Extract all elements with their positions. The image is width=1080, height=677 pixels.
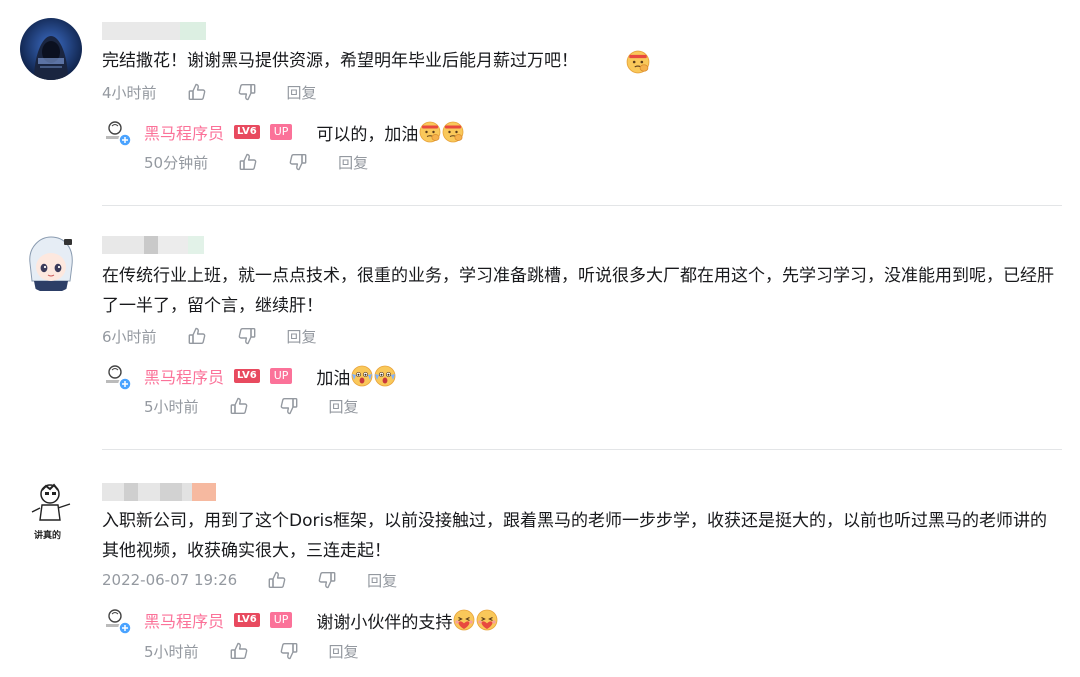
reply-button[interactable]: 回复 — [287, 326, 317, 347]
emoji-icon — [351, 365, 373, 387]
user-avatar[interactable]: 讲真的 — [20, 478, 82, 540]
like-button[interactable] — [229, 641, 249, 661]
emoji-icon — [374, 365, 396, 387]
comment-meta: 6小时前 回复 — [102, 324, 347, 348]
thumbs-down-icon — [279, 641, 299, 661]
level-badge: LV6 — [234, 125, 260, 139]
like-button[interactable] — [187, 326, 207, 346]
thumbs-down-icon — [237, 82, 257, 102]
reply-username[interactable]: 黑马程序员 — [144, 120, 224, 144]
thumbs-up-icon — [187, 82, 207, 102]
reply-time: 5小时前 — [144, 397, 199, 416]
thumbs-down-icon — [279, 396, 299, 416]
emoji-icon — [442, 121, 464, 143]
level-badge: LV6 — [234, 613, 260, 627]
comment-text: 入职新公司，用到了这个Doris框架，以前没接触过，跟着黑马的老师一步步学，收获… — [102, 511, 1048, 561]
reply-item: 黑马程序员 LV6 UP 可以的，加油 — [102, 117, 464, 147]
username-blurred[interactable] — [102, 22, 206, 40]
reply-meta: 5小时前 回复 — [144, 639, 389, 663]
like-button[interactable] — [238, 152, 258, 172]
reply-time: 5小时前 — [144, 642, 199, 661]
thumbs-up-icon — [267, 570, 287, 590]
thumbs-up-icon — [187, 326, 207, 346]
comment-divider — [102, 449, 1062, 450]
dislike-button[interactable] — [288, 152, 308, 172]
reply-button[interactable]: 回复 — [287, 82, 317, 103]
avatar-caption: 讲真的 — [34, 531, 62, 540]
comment-time: 2022-06-07 19:26 — [102, 571, 238, 589]
up-badge: UP — [269, 612, 293, 628]
anime-girl-avatar-image — [20, 231, 82, 293]
reply-button[interactable]: 回复 — [367, 570, 397, 591]
reply-meta: 5小时前 回复 — [144, 394, 389, 418]
thumbs-down-icon — [288, 152, 308, 172]
username-blurred[interactable] — [102, 236, 204, 254]
reply-avatar[interactable] — [102, 117, 132, 147]
reply-username[interactable]: 黑马程序员 — [144, 364, 224, 388]
emoji-icon — [453, 609, 475, 631]
reply-username[interactable]: 黑马程序员 — [144, 608, 224, 632]
heima-logo-avatar-image — [106, 609, 132, 635]
emoji-icon — [419, 121, 441, 143]
hooded-figure-avatar-image — [20, 18, 82, 80]
reply-time: 50分钟前 — [144, 153, 209, 172]
dislike-button[interactable] — [237, 326, 257, 346]
comment-meta: 4小时前 回复 — [102, 80, 347, 104]
heima-logo-avatar-image — [106, 121, 132, 147]
comment-divider — [102, 205, 1062, 206]
reply-button[interactable]: 回复 — [329, 396, 359, 417]
reply-meta: 50分钟前 回复 — [144, 150, 398, 174]
level-badge: LV6 — [234, 369, 260, 383]
dislike-button[interactable] — [279, 396, 299, 416]
thumbs-up-icon — [238, 152, 258, 172]
dislike-button[interactable] — [237, 82, 257, 102]
reply-text: 加油 — [316, 368, 351, 389]
thumbs-down-icon — [237, 326, 257, 346]
reply-text: 可以的，加油 — [316, 124, 419, 145]
reply-item: 黑马程序员 LV6 UP 谢谢小伙伴的支持 — [102, 605, 498, 635]
username-blurred[interactable] — [102, 483, 216, 501]
user-avatar[interactable] — [20, 231, 82, 293]
thumbs-up-icon — [229, 396, 249, 416]
reply-button[interactable]: 回复 — [329, 641, 359, 662]
up-badge: UP — [269, 368, 293, 384]
comment-text: 在传统行业上班，就一点点技术，很重的业务，学习准备跳槽，听说很多大厂都在用这个，… — [102, 266, 1054, 316]
reply-button[interactable]: 回复 — [338, 152, 368, 173]
comment-time: 4小时前 — [102, 83, 157, 102]
thumbs-up-icon — [229, 641, 249, 661]
emoji-icon — [476, 609, 498, 631]
like-button[interactable] — [229, 396, 249, 416]
reply-text: 谢谢小伙伴的支持 — [316, 612, 453, 633]
comment-meta: 2022-06-07 19:26 回复 — [102, 568, 427, 592]
comment-time: 6小时前 — [102, 327, 157, 346]
like-button[interactable] — [267, 570, 287, 590]
emoji-icon — [626, 50, 650, 74]
dislike-button[interactable] — [279, 641, 299, 661]
user-avatar[interactable] — [20, 18, 82, 80]
up-badge: UP — [269, 124, 293, 140]
heima-logo-avatar-image — [106, 365, 132, 391]
thumbs-down-icon — [317, 570, 337, 590]
like-button[interactable] — [187, 82, 207, 102]
reply-avatar[interactable] — [102, 605, 132, 635]
dislike-button[interactable] — [317, 570, 337, 590]
comment-text: 完结撒花！谢谢黑马提供资源，希望明年毕业后能月薪过万吧！ — [102, 51, 578, 71]
reply-avatar[interactable] — [102, 361, 132, 391]
reply-item: 黑马程序员 LV6 UP 加油 — [102, 361, 396, 391]
